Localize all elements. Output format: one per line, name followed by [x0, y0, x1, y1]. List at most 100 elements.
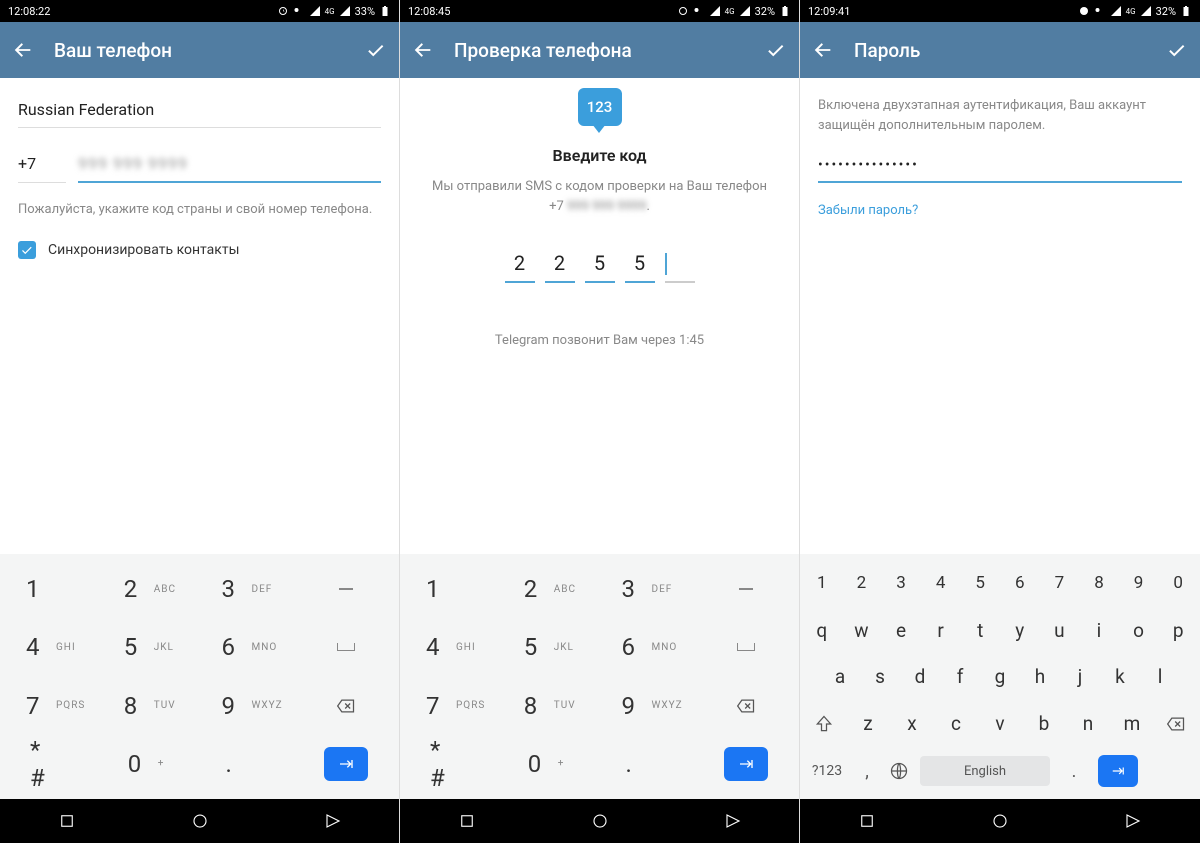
key-3[interactable]: 3DEF — [200, 560, 298, 618]
key-d[interactable]: d — [900, 654, 940, 701]
key-o[interactable]: o — [1119, 607, 1159, 654]
enter-key[interactable] — [1094, 755, 1142, 787]
nav-recent-icon[interactable] — [458, 812, 476, 830]
backspace-key[interactable] — [297, 677, 395, 735]
key-z[interactable]: z — [846, 700, 890, 747]
key-a[interactable]: a — [820, 654, 860, 701]
confirm-icon[interactable] — [365, 39, 387, 61]
nav-home-icon[interactable] — [991, 812, 1009, 830]
key-7[interactable]: 7PQRS — [4, 677, 102, 735]
enter-key[interactable] — [697, 735, 795, 793]
key-1[interactable]: 1 — [4, 560, 102, 618]
key-w[interactable]: w — [842, 607, 882, 654]
key-2[interactable]: 2ABC — [102, 560, 200, 618]
sync-contacts-checkbox[interactable] — [18, 241, 36, 259]
key-.[interactable]: . — [600, 735, 698, 793]
period-key[interactable]: . — [1054, 761, 1094, 782]
key-x[interactable]: x — [890, 700, 934, 747]
enter-key[interactable] — [297, 735, 395, 793]
key-e[interactable]: e — [881, 607, 921, 654]
key-6[interactable]: 6MNO — [200, 618, 298, 676]
key-4[interactable]: 4GHI — [404, 618, 502, 676]
key-8[interactable]: 8TUV — [502, 677, 600, 735]
key-4[interactable]: 4 — [921, 560, 961, 607]
key-7[interactable]: 7 — [1040, 560, 1080, 607]
key-3[interactable]: 3DEF — [600, 560, 698, 618]
key-r[interactable]: r — [921, 607, 961, 654]
phone-number-input[interactable]: 999 999 9999 — [78, 150, 381, 183]
spacebar[interactable]: English — [920, 756, 1050, 786]
key-m[interactable]: m — [1110, 700, 1154, 747]
key-i[interactable]: i — [1079, 607, 1119, 654]
key-2[interactable]: 2ABC — [502, 560, 600, 618]
key-h[interactable]: h — [1020, 654, 1060, 701]
code-digit[interactable]: 2 — [505, 251, 535, 283]
key-7[interactable]: 7PQRS — [404, 677, 502, 735]
key-4[interactable]: 4GHI — [4, 618, 102, 676]
nav-back-icon[interactable] — [724, 812, 742, 830]
key-9[interactable]: 9WXYZ — [600, 677, 698, 735]
back-icon[interactable] — [12, 39, 34, 61]
key-v[interactable]: v — [978, 700, 1022, 747]
back-icon[interactable] — [812, 39, 834, 61]
key-u[interactable]: u — [1040, 607, 1080, 654]
key-b[interactable]: b — [1022, 700, 1066, 747]
key-8[interactable]: 8 — [1079, 560, 1119, 607]
key-8[interactable]: 8TUV — [102, 677, 200, 735]
code-digit[interactable] — [665, 251, 695, 283]
key-t[interactable]: t — [960, 607, 1000, 654]
comma-key[interactable]: , — [852, 761, 882, 782]
key-f[interactable]: f — [940, 654, 980, 701]
key-p[interactable]: p — [1158, 607, 1198, 654]
code-input-row[interactable]: 2 2 5 5 — [418, 251, 781, 283]
key-j[interactable]: j — [1060, 654, 1100, 701]
key-1[interactable]: 1 — [802, 560, 842, 607]
confirm-icon[interactable] — [765, 39, 787, 61]
country-code-input[interactable]: +7 — [18, 150, 66, 183]
space-key[interactable] — [697, 618, 795, 676]
language-key[interactable] — [882, 761, 916, 781]
confirm-icon[interactable] — [1166, 39, 1188, 61]
key-5[interactable]: 5JKL — [502, 618, 600, 676]
key-5[interactable]: 5 — [960, 560, 1000, 607]
key-1[interactable]: 1 — [404, 560, 502, 618]
country-select[interactable]: Russian Federation — [18, 96, 381, 128]
dash-key[interactable] — [697, 560, 795, 618]
nav-recent-icon[interactable] — [858, 812, 876, 830]
symbols-key[interactable]: ?123 — [802, 763, 852, 779]
key-9[interactable]: 9WXYZ — [200, 677, 298, 735]
key-* #[interactable]: * # — [404, 735, 502, 793]
forgot-password-link[interactable]: Забыли пароль? — [818, 203, 1182, 218]
code-digit[interactable]: 5 — [585, 251, 615, 283]
dash-key[interactable] — [297, 560, 395, 618]
key-s[interactable]: s — [860, 654, 900, 701]
backspace-key[interactable] — [697, 677, 795, 735]
nav-back-icon[interactable] — [324, 812, 342, 830]
key-0[interactable]: 0 — [1158, 560, 1198, 607]
key-6[interactable]: 6 — [1000, 560, 1040, 607]
key-5[interactable]: 5JKL — [102, 618, 200, 676]
key-n[interactable]: n — [1066, 700, 1110, 747]
key-k[interactable]: k — [1100, 654, 1140, 701]
key-* #[interactable]: * # — [4, 735, 102, 793]
key-l[interactable]: l — [1140, 654, 1180, 701]
code-digit[interactable]: 2 — [545, 251, 575, 283]
space-key[interactable] — [297, 618, 395, 676]
key-3[interactable]: 3 — [881, 560, 921, 607]
key-6[interactable]: 6MNO — [600, 618, 698, 676]
password-input[interactable]: ••••••••••••••• — [818, 153, 1182, 183]
key-c[interactable]: c — [934, 700, 978, 747]
shift-key[interactable] — [802, 714, 846, 734]
nav-back-icon[interactable] — [1124, 812, 1142, 830]
key-y[interactable]: y — [1000, 607, 1040, 654]
nav-home-icon[interactable] — [191, 812, 209, 830]
key-q[interactable]: q — [802, 607, 842, 654]
key-9[interactable]: 9 — [1119, 560, 1159, 607]
nav-home-icon[interactable] — [591, 812, 609, 830]
code-digit[interactable]: 5 — [625, 251, 655, 283]
key-g[interactable]: g — [980, 654, 1020, 701]
key-0[interactable]: 0+ — [502, 735, 600, 793]
key-2[interactable]: 2 — [842, 560, 882, 607]
key-.[interactable]: . — [200, 735, 298, 793]
key-0[interactable]: 0+ — [102, 735, 200, 793]
